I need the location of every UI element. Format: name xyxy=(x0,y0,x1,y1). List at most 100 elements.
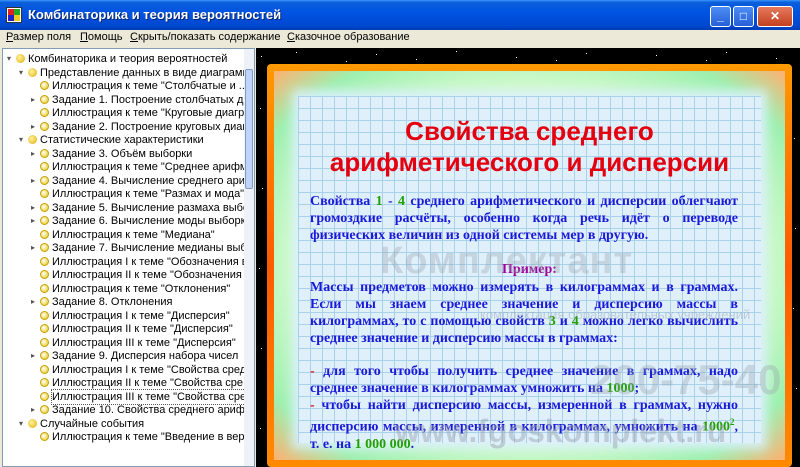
app-icon[interactable] xyxy=(6,7,22,23)
tree-item[interactable]: ▸ Задание 2. Построение круговых диаг... xyxy=(7,120,254,134)
tree-item[interactable]: Иллюстрация к теме "Медиана" xyxy=(7,228,243,242)
star-dot xyxy=(260,428,261,429)
topic-icon xyxy=(40,216,49,225)
tree-label: Задание 10. Свойства среднего ариф... xyxy=(52,404,255,416)
tree-item[interactable]: Иллюстрация I к теме "Свойства сред... xyxy=(7,363,254,377)
tree-label: Комбинаторика и теория вероятностей xyxy=(28,53,228,65)
expand-icon[interactable]: ▸ xyxy=(31,176,38,184)
tree-label: Иллюстрация II к теме "Обозначения ... xyxy=(52,269,255,281)
tree-item[interactable]: ▸ Задание 6. Вычисление моды выборки xyxy=(7,214,252,228)
topic-icon xyxy=(40,175,49,185)
collapse-icon[interactable]: ▾ xyxy=(19,68,26,76)
topic-icon xyxy=(40,270,49,279)
menu-field-size[interactable]: Размер поля xyxy=(6,31,71,43)
tree-folder[interactable]: ▾ Случайные события xyxy=(7,417,243,431)
topic-icon xyxy=(40,162,49,171)
tree-item[interactable]: Иллюстрация II к теме "Дисперсия" xyxy=(7,322,243,336)
tree-item[interactable]: Иллюстрация к теме "Столбчатые и ... xyxy=(7,79,248,93)
tree-item[interactable]: ▸ Задание 5. Вычисление размаха выбо... xyxy=(7,201,254,215)
contents-tree[interactable]: ▾ Комбинаторика и теория вероятностей ▾ Пре… xyxy=(2,48,255,467)
topic-icon xyxy=(40,148,49,158)
title-bar[interactable]: Комбинаторика и теория вероятностей _ □ … xyxy=(0,0,800,30)
tree-label: Задание 4. Вычисление среднего ари... xyxy=(52,174,255,187)
folder-icon xyxy=(28,135,37,144)
intro-paragraph: Свойства 1 - 4 среднего арифметического … xyxy=(310,194,739,243)
tree-item[interactable]: Иллюстрация II к теме "Обозначения ... xyxy=(7,268,254,282)
star-dot xyxy=(794,138,795,139)
tree-item[interactable]: Иллюстрация к теме "Введение в вер... xyxy=(7,430,254,444)
topic-icon xyxy=(40,283,49,293)
tree-label: Иллюстрация I к теме "Свойства сред... xyxy=(52,363,255,376)
tree-label: Задание 9. Дисперсия набора чисел xyxy=(52,350,239,362)
tree-item[interactable]: Иллюстрация к теме "Размах и мода" xyxy=(7,187,244,201)
expand-icon[interactable]: ▸ xyxy=(31,352,38,360)
maximize-button[interactable]: □ xyxy=(733,6,754,27)
topic-icon xyxy=(40,243,49,252)
topic-icon xyxy=(40,108,49,117)
star-dot xyxy=(262,188,263,189)
topic-icon xyxy=(40,391,49,401)
tree-item[interactable]: Иллюстрация I к теме "Дисперсия" xyxy=(7,309,243,323)
star-dot xyxy=(726,52,727,53)
collapse-icon[interactable]: ▾ xyxy=(7,55,14,63)
tree-item[interactable]: ▸ Задание 3. Объём выборки xyxy=(7,147,243,161)
tree-item[interactable]: ▸ Задание 10. Свойства среднего ариф... xyxy=(7,403,254,417)
expand-icon[interactable]: ▸ xyxy=(31,298,38,306)
expand-icon[interactable]: ▸ xyxy=(31,95,38,103)
expand-icon[interactable]: ▸ xyxy=(31,217,38,225)
tree-label: Задание 7. Вычисление медианы выб... xyxy=(52,242,255,254)
tree-item[interactable]: Иллюстрация к теме "Круговые диагр... xyxy=(7,106,253,120)
tree-label: Статистические характеристики xyxy=(40,134,204,146)
tree-item[interactable]: Иллюстрация III к теме "Свойства сре... xyxy=(7,388,254,405)
tree-item[interactable]: Иллюстрация II к теме "Свойства сре... xyxy=(7,376,252,390)
star-dot xyxy=(260,108,261,109)
scrollbar-thumb[interactable] xyxy=(245,69,253,189)
topic-icon xyxy=(40,364,49,374)
watermark-subtitle: комплектация образовательных учреждений xyxy=(480,307,751,322)
topic-icon xyxy=(40,324,49,333)
star-dot xyxy=(376,54,377,55)
topic-icon xyxy=(40,229,49,239)
expand-icon[interactable]: ▸ xyxy=(31,406,38,414)
expand-icon[interactable]: ▸ xyxy=(31,149,38,157)
tree-item[interactable]: Иллюстрация к теме "Среднее арифм... xyxy=(7,160,254,174)
tree-label: Задание 5. Вычисление размаха выбо... xyxy=(52,201,255,214)
tree-label: Иллюстрация III к теме "Свойства сре... xyxy=(50,388,255,405)
tree-item[interactable]: Иллюстрация III к теме "Дисперсия" xyxy=(7,336,243,350)
tree-item[interactable]: ▸ Задание 1. Построение столбчатых д... xyxy=(7,93,253,107)
tree-item[interactable]: Иллюстрация I к теме "Обозначения в... xyxy=(7,255,254,269)
tree-label: Иллюстрация II к теме "Свойства сре... xyxy=(52,377,253,389)
topic-icon xyxy=(40,189,49,198)
tree-item[interactable]: Иллюстрация к теме "Отклонения" xyxy=(7,282,243,296)
tree-folder[interactable]: ▾ Представление данных в виде диаграмм xyxy=(7,66,250,80)
tree-item[interactable]: ▸ Задание 8. Отклонения xyxy=(7,295,243,309)
slide-title-line-1: Свойства среднего xyxy=(405,116,654,146)
topic-icon xyxy=(40,256,49,266)
menu-toggle-contents[interactable]: Скрыть/показать содержание xyxy=(130,31,280,43)
tree-folder[interactable]: ▾ Комбинаторика и теория вероятностей xyxy=(7,52,243,66)
folder-icon xyxy=(28,67,37,77)
collapse-icon[interactable]: ▾ xyxy=(19,136,26,144)
star-dot xyxy=(259,268,260,269)
topic-icon xyxy=(40,378,49,387)
collapse-icon[interactable]: ▾ xyxy=(19,419,26,427)
expand-icon[interactable]: ▸ xyxy=(31,203,38,211)
topic-icon xyxy=(40,310,49,320)
menu-fairy-education[interactable]: Сказочное образование xyxy=(287,31,410,43)
tree-scrollbar[interactable] xyxy=(244,49,254,466)
watermark-logo: Комплектант xyxy=(380,240,634,282)
tree-folder[interactable]: ▾ Статистические характеристики xyxy=(7,133,243,147)
tree-label: Иллюстрация III к теме "Дисперсия" xyxy=(52,336,236,349)
menu-help[interactable]: Помощь xyxy=(80,31,123,43)
window-title: Комбинаторика и теория вероятностей xyxy=(28,7,282,22)
expand-icon[interactable]: ▸ xyxy=(31,244,38,252)
close-button[interactable]: ✕ xyxy=(757,6,793,27)
tree-item[interactable]: ▸ Задание 4. Вычисление среднего ари... xyxy=(7,174,254,188)
star-dot xyxy=(796,388,797,389)
tree-label: Иллюстрация I к теме "Дисперсия" xyxy=(52,309,230,322)
tree-item[interactable]: ▸ Задание 9. Дисперсия набора чисел xyxy=(7,349,243,363)
expand-icon[interactable]: ▸ xyxy=(31,122,38,130)
star-dot xyxy=(656,55,657,56)
minimize-button[interactable]: _ xyxy=(710,6,731,27)
tree-item[interactable]: ▸ Задание 7. Вычисление медианы выб... xyxy=(7,241,254,255)
